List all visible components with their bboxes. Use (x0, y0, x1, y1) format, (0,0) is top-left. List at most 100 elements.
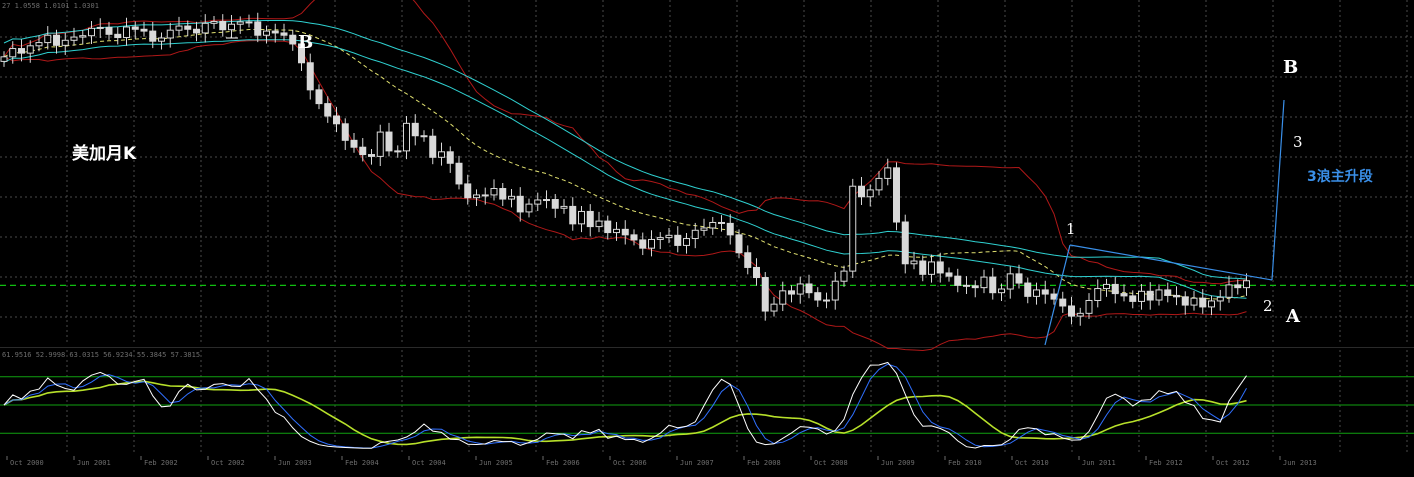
x-tick-label: Jun 2001 (77, 459, 111, 467)
candle-body (1006, 273, 1014, 290)
candle-body (1015, 273, 1023, 284)
main-chart-header: 27 1.0558 1.0101 1.0301 (2, 2, 99, 10)
candle-body (403, 122, 410, 152)
candle-body (543, 199, 550, 202)
candle-body (971, 285, 979, 289)
candle-body (123, 26, 130, 39)
candle-body (936, 261, 944, 274)
candle-body (1129, 295, 1137, 302)
candle-body (333, 115, 340, 125)
candle-body (569, 205, 577, 225)
candle-body (700, 227, 708, 231)
x-tick-label: Oct 2006 (613, 459, 647, 467)
candle-body (1225, 284, 1233, 298)
candle-body (18, 48, 25, 54)
candle-body (376, 131, 384, 157)
candle-body (306, 62, 314, 91)
candle-body (551, 199, 559, 209)
x-tick-label: Jun 2009 (881, 459, 915, 467)
candle-body (0, 56, 8, 62)
candle-body (1059, 298, 1067, 307)
label-a: A (1285, 306, 1301, 327)
candle-body (761, 277, 769, 312)
candle-body (394, 150, 402, 153)
x-tick-label: Feb 2008 (747, 459, 781, 467)
candle-body (481, 194, 489, 197)
candle-body (919, 260, 927, 275)
candle-body (420, 135, 428, 138)
candle-body (263, 30, 270, 36)
label-3: 3 (1293, 133, 1303, 151)
candle-body (228, 23, 235, 31)
candle-body (866, 189, 874, 198)
candle-body (516, 195, 524, 213)
candle-body (1164, 289, 1172, 296)
label-2: 2 (1263, 297, 1273, 315)
candle-body (1190, 297, 1198, 306)
candle-body (884, 167, 892, 179)
candle-body (1120, 293, 1128, 297)
candle-body (1111, 283, 1119, 295)
candle-body (490, 188, 498, 196)
candle-body (455, 162, 463, 185)
candle-body (193, 28, 200, 34)
candle-body (674, 234, 682, 246)
candle-body (823, 299, 830, 302)
candle-body (560, 205, 568, 209)
candle-body (219, 20, 227, 31)
candle-body (1085, 299, 1093, 314)
candle-body (1094, 288, 1102, 301)
x-tick-label: Jun 2011 (1082, 459, 1116, 467)
candle-body (88, 27, 95, 37)
candle-body (831, 280, 839, 301)
x-tick-label: Oct 2010 (1015, 459, 1049, 467)
x-tick-label: Feb 2010 (948, 459, 982, 467)
x-tick-label: Jun 2007 (680, 459, 714, 467)
candle-body (131, 26, 139, 30)
candle-body (464, 183, 472, 199)
candle-body (1138, 290, 1145, 302)
chart-title: 美加月K (72, 143, 137, 164)
candle-body (280, 32, 288, 36)
candle-body (245, 21, 253, 24)
candle-body (53, 34, 60, 46)
candle-body (963, 284, 970, 287)
candle-body (446, 151, 454, 164)
candle-body (508, 195, 515, 200)
candle-body (613, 228, 620, 234)
candle-body (70, 36, 78, 41)
candle-body (726, 222, 734, 236)
candle-body (945, 272, 953, 277)
x-tick-label: Jun 2005 (479, 459, 513, 467)
candle-body (656, 237, 664, 240)
candle-body (875, 177, 883, 191)
candle-body (350, 139, 358, 148)
candle-body (691, 229, 699, 240)
candle-body (1103, 283, 1110, 290)
candle-body (499, 188, 507, 200)
candle-body (1068, 305, 1075, 317)
x-tick-label: Oct 2002 (211, 459, 245, 467)
candle-body (849, 185, 857, 272)
x-tick-label: Oct 2012 (1216, 459, 1250, 467)
candle-body (201, 22, 209, 34)
candle-body (630, 234, 638, 241)
candle-body (438, 151, 445, 158)
candle-body (788, 290, 795, 295)
x-tick-label: Feb 2012 (1149, 459, 1183, 467)
candle-body (368, 154, 375, 157)
candle-body (1216, 296, 1224, 302)
candle-body (9, 48, 17, 58)
candle-body (1076, 312, 1084, 317)
candle-body (709, 221, 717, 229)
x-tick-label: Jun 2003 (278, 459, 312, 467)
candle-body (1146, 290, 1154, 301)
candle-body (411, 122, 419, 137)
candle-body (770, 303, 778, 312)
candle-body (621, 228, 629, 236)
x-tick-label: Oct 2008 (814, 459, 848, 467)
candle-body (665, 234, 673, 239)
x-tick-label: Feb 2002 (144, 459, 178, 467)
candle-body (35, 42, 43, 47)
candle-body (96, 26, 104, 29)
